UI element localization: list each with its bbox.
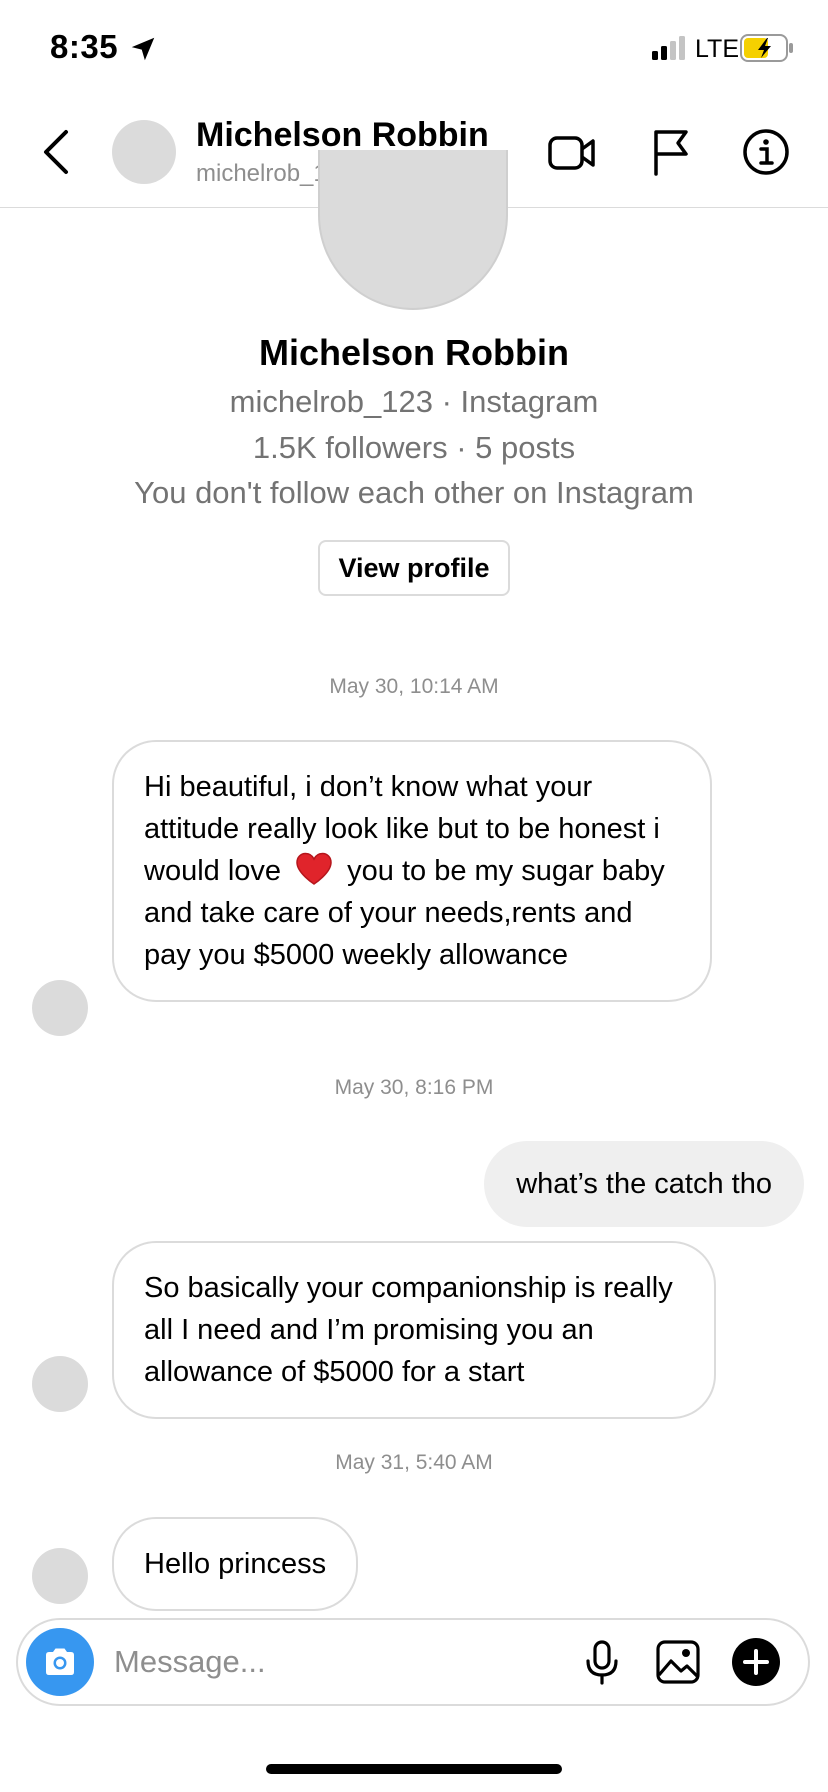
location-arrow-icon <box>131 37 155 61</box>
sender-avatar[interactable] <box>32 980 88 1036</box>
message-timestamp: May 30, 10:14 AM <box>329 675 499 698</box>
message-text: what’s the catch tho <box>516 1168 772 1200</box>
incoming-message-bubble[interactable]: Hello princess <box>112 1517 359 1611</box>
view-profile-button[interactable]: View profile <box>318 540 510 596</box>
info-icon[interactable] <box>740 126 792 178</box>
red-heart-icon <box>296 852 332 885</box>
battery-charging-icon <box>740 34 793 62</box>
header-avatar[interactable] <box>112 120 176 184</box>
sender-avatar[interactable] <box>32 1548 88 1604</box>
signal-bars-icon <box>652 36 685 60</box>
camera-button[interactable] <box>26 1628 94 1696</box>
profile-handle-line: michelrob_123 · Instagram <box>229 384 599 419</box>
message-text: So basically your companionship is reall… <box>144 1272 673 1388</box>
microphone-icon[interactable] <box>578 1638 626 1686</box>
message-input[interactable] <box>114 1634 494 1690</box>
incoming-message-bubble[interactable]: So basically your companionship is reall… <box>112 1241 716 1419</box>
image-icon[interactable] <box>654 1638 702 1686</box>
add-content-button[interactable] <box>732 1638 780 1686</box>
plus-icon <box>743 1649 769 1675</box>
flag-icon[interactable] <box>646 126 698 178</box>
outgoing-message-bubble[interactable]: what’s the catch tho <box>484 1141 804 1227</box>
message-text: Hello princess <box>144 1548 327 1580</box>
home-indicator[interactable] <box>266 1764 562 1774</box>
status-time: 8:35 <box>50 28 119 65</box>
message-timestamp: May 31, 5:40 AM <box>335 1451 493 1474</box>
profile-follow-line: You don't follow each other on Instagram <box>134 475 694 510</box>
message-composer <box>16 1618 810 1706</box>
sender-avatar[interactable] <box>32 1356 88 1412</box>
message-timestamp: May 30, 8:16 PM <box>334 1076 494 1099</box>
video-call-icon[interactable] <box>546 126 598 178</box>
profile-stats-line: 1.5K followers · 5 posts <box>252 430 576 465</box>
status-bar: 8:35 LTE <box>0 0 828 96</box>
incoming-message-bubble[interactable]: Hi beautiful, i don’t know what your att… <box>112 740 712 1002</box>
camera-icon <box>46 1648 74 1675</box>
profile-name: Michelson Robbin <box>259 332 569 373</box>
network-type: LTE <box>695 35 739 63</box>
chevron-left-icon[interactable] <box>36 124 76 180</box>
profile-avatar <box>318 150 508 310</box>
